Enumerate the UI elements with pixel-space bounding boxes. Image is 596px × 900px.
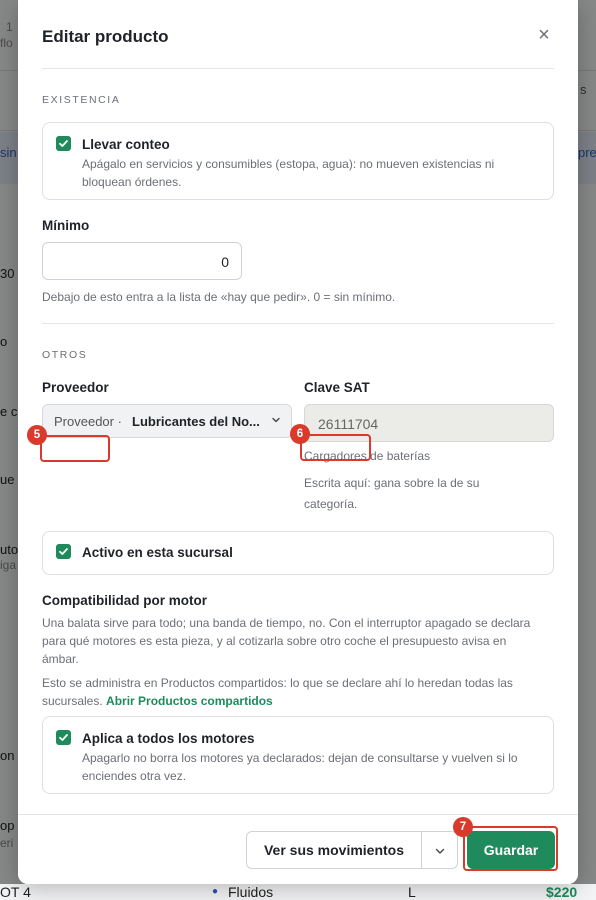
minimo-value: 0 (221, 254, 229, 270)
bg-cell: L (408, 884, 416, 900)
movimientos-menu-button[interactable] (421, 831, 458, 869)
dot-icon: ● (212, 886, 219, 897)
dialog-header: Editar producto × (42, 0, 554, 69)
section-label-otros: OTROS (42, 349, 88, 361)
chevron-down-icon (435, 848, 445, 854)
annotation-badge-7: 7 (453, 817, 473, 837)
llevar-conteo-checkbox[interactable] (56, 136, 71, 151)
aplica-checkbox[interactable] (56, 730, 71, 745)
section-divider (42, 323, 554, 324)
aplica-card[interactable]: Aplica a todos los motores Apagarlo no b… (42, 716, 554, 794)
abrir-productos-compartidos-link[interactable]: Abrir Productos compartidos (106, 694, 273, 708)
proveedor-value: Lubricantes del No... (132, 414, 260, 429)
check-icon (59, 140, 68, 147)
aplica-description: Apagarlo no borra los motores ya declara… (82, 751, 518, 783)
clave-sat-help: Escrita aquí: gana sobre la de su catego… (304, 476, 480, 511)
activo-card[interactable]: Activo en esta sucursal (42, 531, 554, 575)
aplica-label: Aplica a todos los motores (82, 731, 255, 746)
compatibilidad-title: Compatibilidad por motor (42, 593, 207, 608)
activo-label: Activo en esta sucursal (82, 545, 233, 560)
bg-cell: $220 (546, 884, 578, 900)
ver-movimientos-button[interactable]: Ver sus movimientos (246, 831, 422, 869)
close-icon[interactable]: × (534, 25, 554, 46)
edit-product-dialog: Editar producto × EXISTENCIA Llevar cont… (18, 0, 578, 884)
chevron-down-icon (271, 413, 281, 431)
annotation-box-7 (463, 826, 558, 871)
dialog-title: Editar producto (42, 27, 169, 46)
check-icon (59, 548, 68, 555)
annotation-box-6 (300, 434, 371, 461)
check-icon (59, 734, 68, 741)
minimo-label: Mínimo (42, 218, 90, 233)
minimo-help: Debajo de esto entra a la lista de «hay … (42, 290, 396, 304)
section-label-existencia: EXISTENCIA (42, 94, 121, 106)
compatibilidad-description: Una balata sirve para todo; una banda de… (42, 616, 531, 666)
bg-table-row: OT 4 ● Fluidos L $220 (0, 884, 596, 900)
proveedor-select[interactable]: Proveedor · Lubricantes del No... (42, 404, 292, 438)
llevar-conteo-card[interactable]: Llevar conteo Apágalo en servicios y con… (42, 122, 554, 200)
annotation-badge-6: 6 (290, 424, 310, 444)
activo-checkbox[interactable] (56, 544, 71, 559)
bg-cell: OT 4 (0, 884, 31, 900)
compatibilidad-note: Esto se administra en Productos comparti… (42, 674, 552, 710)
clave-sat-label: Clave SAT (304, 380, 370, 395)
llevar-conteo-description: Apágalo en servicios y consumibles (esto… (82, 157, 495, 189)
annotation-badge-5: 5 (27, 425, 47, 445)
proveedor-label: Proveedor (42, 380, 109, 395)
llevar-conteo-label: Llevar conteo (82, 137, 170, 152)
annotation-box-5 (40, 435, 110, 462)
bg-cell: Fluidos (228, 884, 274, 900)
clave-sat-value: 26111704 (318, 416, 379, 432)
minimo-input[interactable]: 0 (42, 242, 242, 280)
proveedor-prefix: Proveedor · (54, 414, 122, 429)
